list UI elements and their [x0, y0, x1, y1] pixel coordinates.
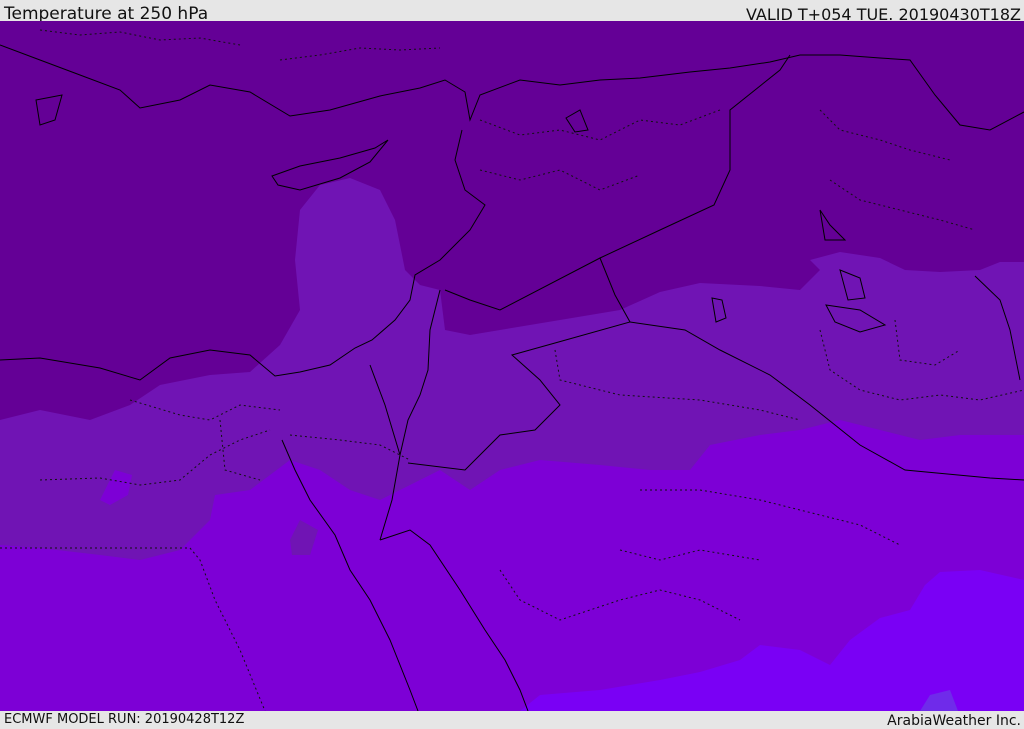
credit: ArabiaWeather Inc. — [887, 713, 1021, 729]
temperature-map — [0, 21, 1024, 711]
model-run: ECMWF MODEL RUN: 20190428T12Z — [4, 712, 245, 727]
